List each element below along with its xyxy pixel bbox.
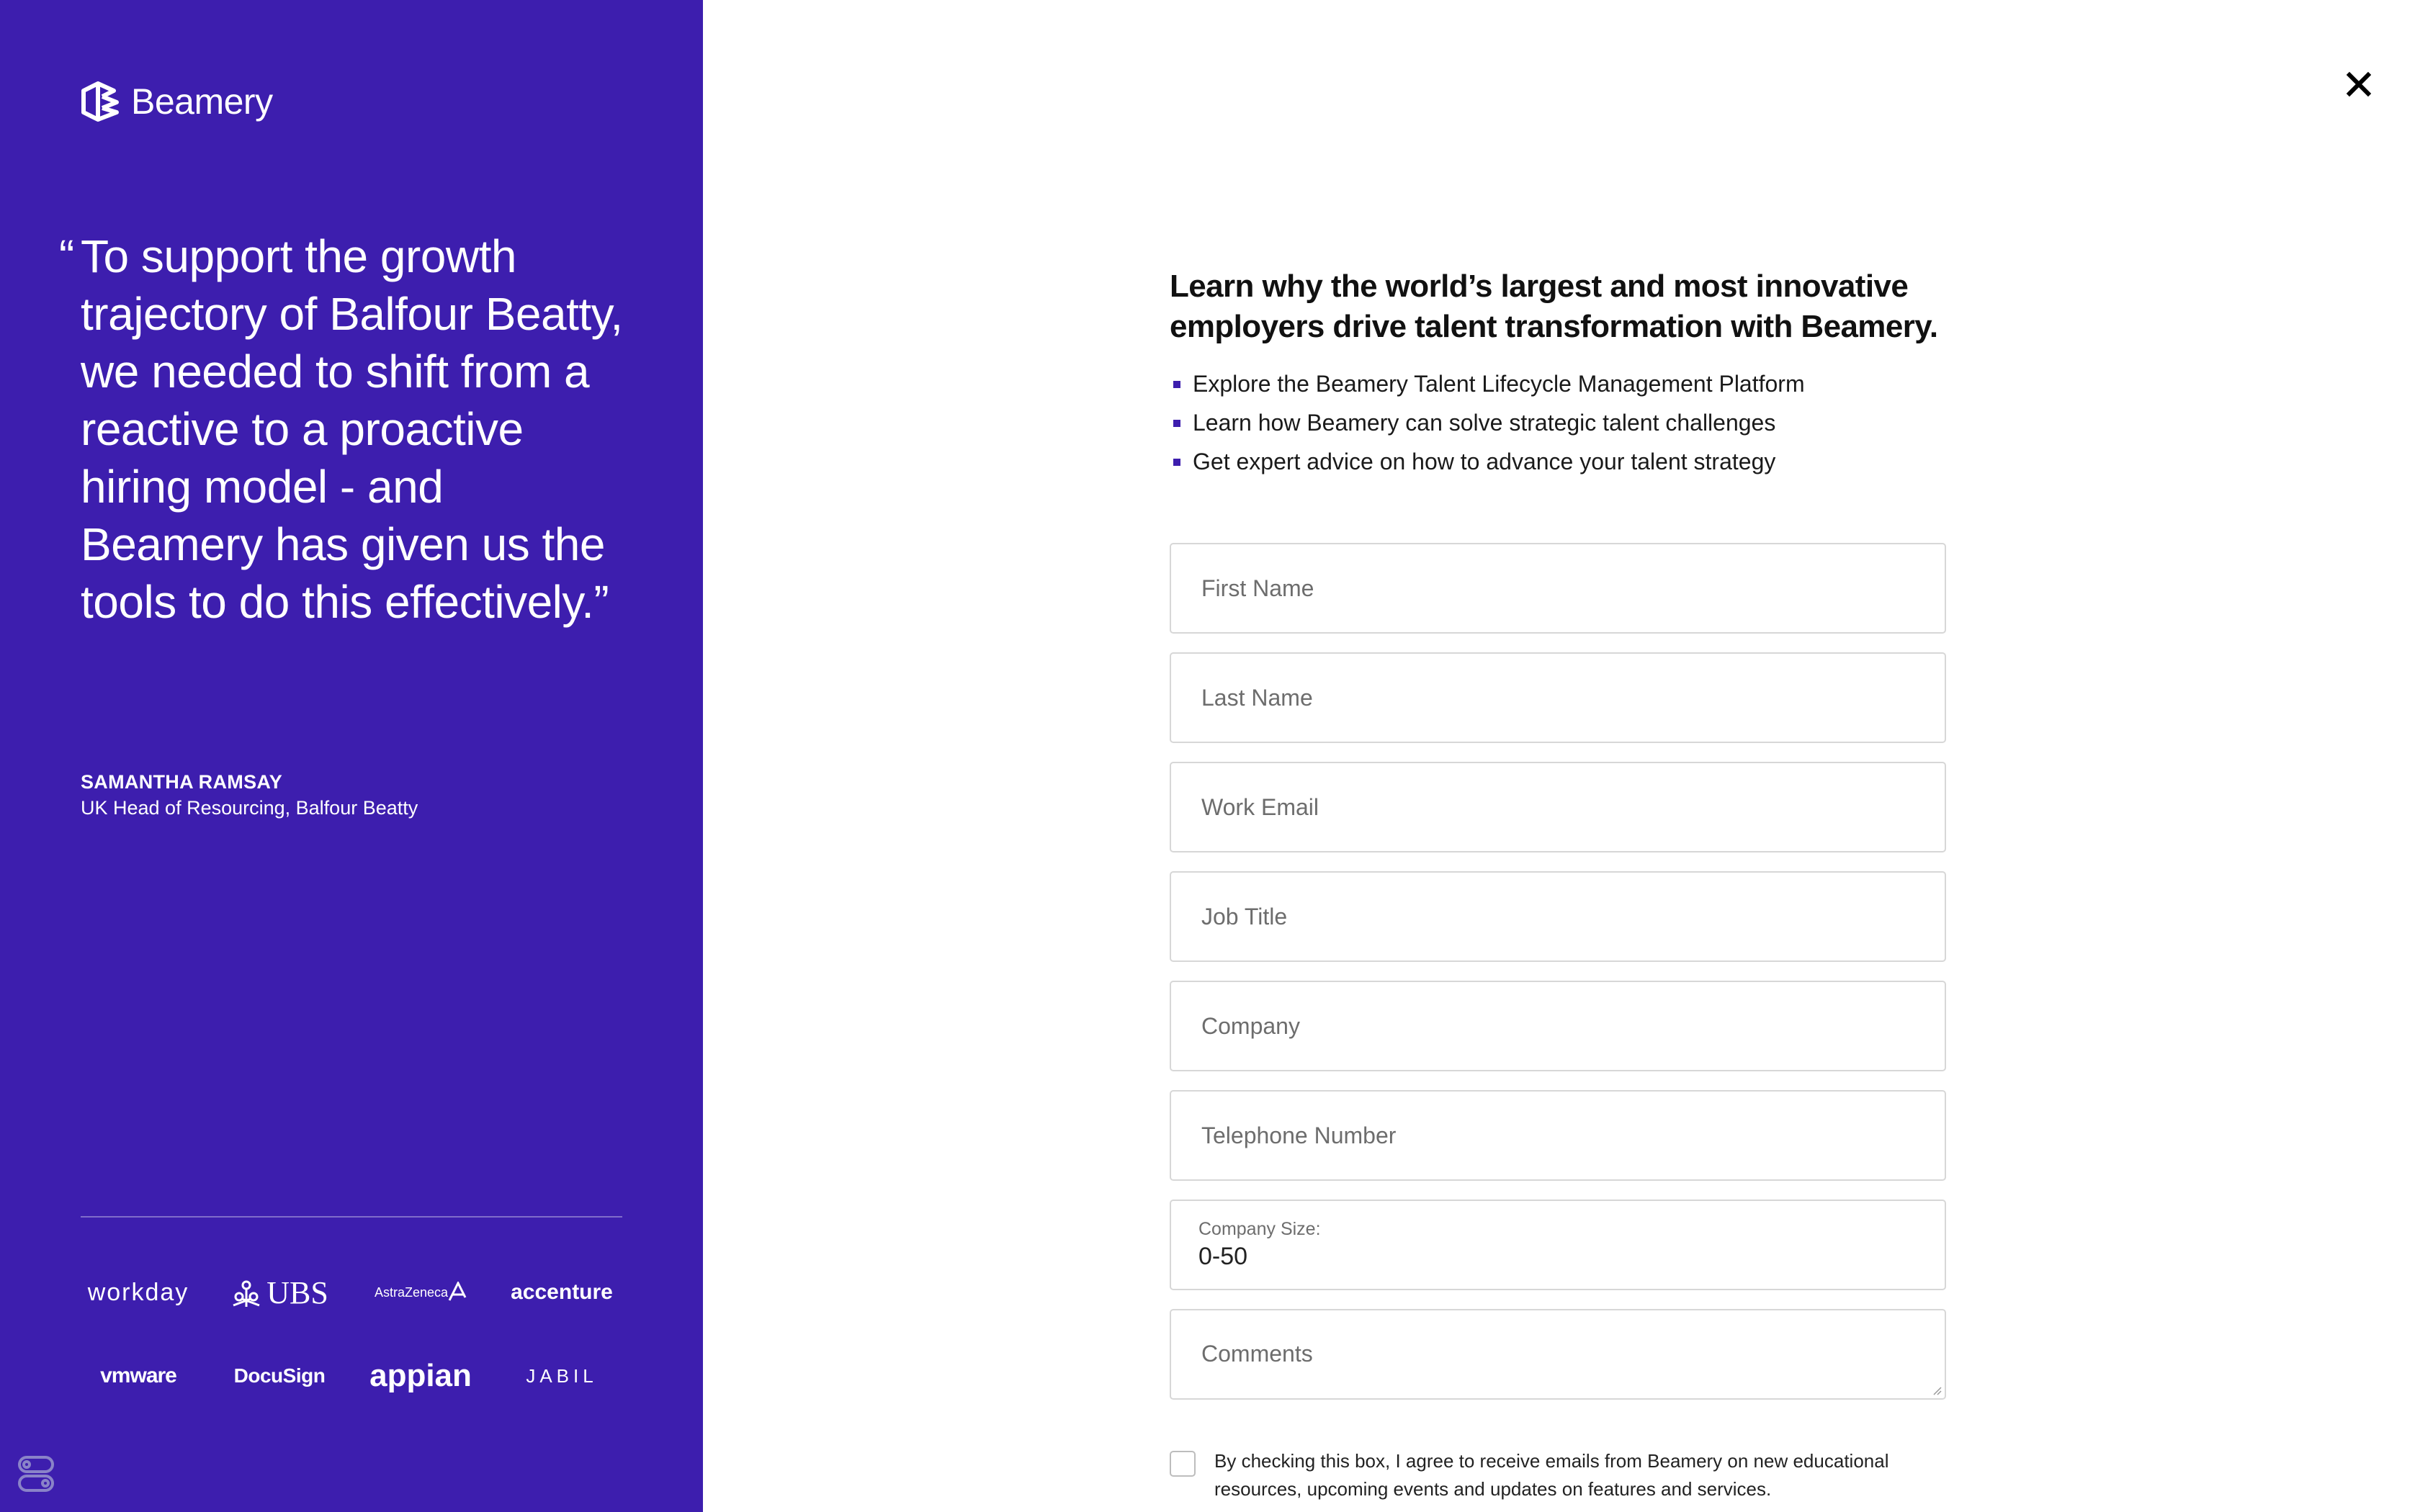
form-heading: Learn why the world’s largest and most i… bbox=[1170, 269, 1938, 344]
open-quote-mark: “ bbox=[59, 230, 74, 282]
logo-astrazeneca: AstraZeneca bbox=[363, 1267, 478, 1318]
logo-docusign: DocuSign bbox=[233, 1364, 326, 1387]
company-size-select[interactable]: Company Size: 0-50 bbox=[1170, 1200, 1946, 1290]
last-name-field[interactable] bbox=[1170, 652, 1946, 743]
divider bbox=[81, 1216, 622, 1218]
testimonial-author: SAMANTHA RAMSAY UK Head of Resourcing, B… bbox=[81, 769, 418, 821]
work-email-input[interactable] bbox=[1200, 793, 1945, 822]
logo-accenture: accenture bbox=[511, 1280, 613, 1304]
consent-text: By checking this box, I agree to receive… bbox=[1214, 1450, 1889, 1500]
brand-logo: Beamery bbox=[81, 79, 273, 124]
logo-workday: workday bbox=[87, 1278, 189, 1306]
last-name-input[interactable] bbox=[1200, 683, 1945, 712]
logo-vmware: vmware bbox=[100, 1364, 177, 1387]
benefit-item: Learn how Beamery can solve strategic ta… bbox=[1170, 403, 1948, 442]
first-name-field[interactable] bbox=[1170, 543, 1946, 634]
quote-text: To support the growth trajectory of Balf… bbox=[81, 230, 623, 628]
logo-appian: appian bbox=[369, 1358, 472, 1393]
company-field[interactable] bbox=[1170, 981, 1946, 1071]
brand-name: Beamery bbox=[131, 81, 273, 122]
comments-field[interactable] bbox=[1170, 1309, 1946, 1400]
benefit-item: Explore the Beamery Talent Lifecycle Man… bbox=[1170, 364, 1948, 403]
ubs-keys-icon bbox=[233, 1280, 260, 1307]
logo-ubs: UBS bbox=[222, 1267, 337, 1318]
close-icon[interactable] bbox=[2341, 66, 2377, 102]
first-name-input[interactable] bbox=[1200, 574, 1945, 603]
company-size-label: Company Size: bbox=[1198, 1219, 1321, 1239]
form-intro: Learn why the world’s largest and most i… bbox=[1170, 266, 1948, 481]
author-name: SAMANTHA RAMSAY bbox=[81, 771, 283, 793]
astrazeneca-mark-icon bbox=[448, 1282, 467, 1301]
resize-grip-icon[interactable] bbox=[1932, 1385, 1942, 1395]
logo-jabil: JABIL bbox=[526, 1364, 598, 1387]
beamery-logo-icon bbox=[81, 81, 119, 122]
benefit-list: Explore the Beamery Talent Lifecycle Man… bbox=[1170, 364, 1948, 481]
settings-widget-icon[interactable] bbox=[17, 1454, 55, 1493]
company-input[interactable] bbox=[1200, 1012, 1945, 1040]
work-email-field[interactable] bbox=[1170, 762, 1946, 852]
consent-checkbox[interactable] bbox=[1170, 1451, 1196, 1477]
author-role: UK Head of Resourcing, Balfour Beatty bbox=[81, 797, 418, 819]
testimonial-quote: “ To support the growth trajectory of Ba… bbox=[59, 228, 628, 631]
telephone-field[interactable] bbox=[1170, 1090, 1946, 1181]
job-title-input[interactable] bbox=[1200, 902, 1945, 931]
testimonial-panel: Beamery “ To support the growth trajecto… bbox=[0, 0, 703, 1512]
benefit-item: Get expert advice on how to advance your… bbox=[1170, 442, 1948, 481]
job-title-field[interactable] bbox=[1170, 871, 1946, 962]
comments-textarea[interactable] bbox=[1200, 1339, 1945, 1385]
telephone-input[interactable] bbox=[1200, 1121, 1945, 1150]
company-size-value[interactable]: 0-50 bbox=[1198, 1241, 1247, 1272]
